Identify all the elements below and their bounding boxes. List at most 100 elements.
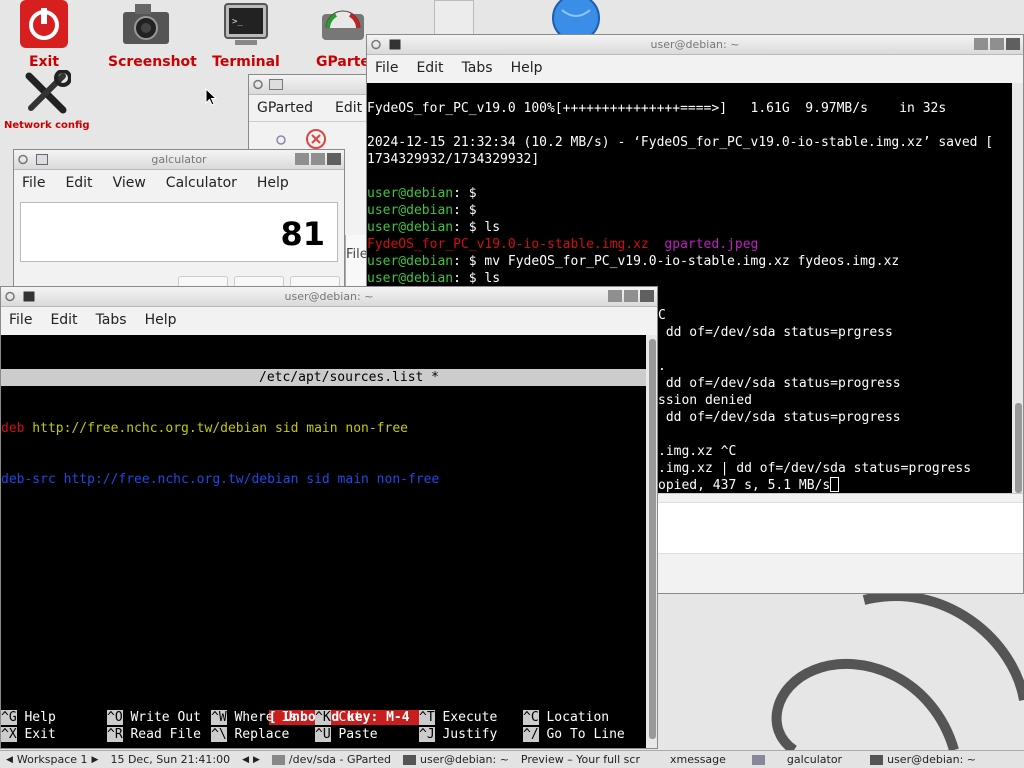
terminal-line: ssion denied [658,393,752,408]
terminal-scrollbar[interactable] [646,335,657,748]
nano-shortcut[interactable]: ^U Paste [315,726,378,743]
menu-help[interactable]: Help [145,312,177,328]
nano-shortcut[interactable]: ^K Cut [315,709,362,726]
desktop-icon-screenshot[interactable]: Screenshot [108,0,197,70]
close-button[interactable] [327,153,341,165]
delete-icon[interactable] [305,128,327,150]
minimize-button[interactable] [608,290,622,302]
task-galculator[interactable]: galculator [732,753,848,766]
terminal-line: . [658,359,666,374]
desktop-icon-gparted[interactable]: GParted [316,0,380,70]
disk-gauge-icon [322,10,364,40]
window-title: user@debian: ~ [650,38,740,51]
power-icon [20,0,68,48]
window-title: user@debian: ~ [284,290,374,303]
task-gparted[interactable]: /dev/sda - GParted [266,753,397,766]
terminal-line: opied, 437 s, 5.1 MB/s [658,477,1012,493]
terminal-task-icon [870,754,884,765]
menu-help[interactable]: Help [511,60,543,76]
gparted-titlebar[interactable] [249,75,372,95]
nano-shortcut[interactable]: ^X Exit [1,726,56,743]
menu-tabs[interactable]: Tabs [462,60,493,76]
nano-filename: /etc/apt/sources.list * [259,370,440,385]
menu-tabs[interactable]: Tabs [96,312,127,328]
maximize-button[interactable] [311,153,325,165]
nano-shortcut[interactable]: ^/ Go To Line [523,726,625,743]
minimize-button[interactable] [295,153,309,165]
desktop-icon-partial[interactable] [434,0,474,36]
galculator-menubar: File Edit View Calculator Help [14,170,344,196]
task-terminal-2[interactable]: user@debian: ~ [848,753,982,766]
minimize-button[interactable] [974,38,988,50]
nano-shortcut[interactable]: ^G Help [1,709,56,726]
workspace-switcher[interactable]: ◀ Workspace 1 ▶ [0,753,104,766]
maximize-button[interactable] [990,38,1004,50]
close-button[interactable] [1006,38,1020,50]
window-controls [608,290,654,302]
terminal-scrollbar[interactable] [1012,83,1023,493]
maximize-button[interactable] [624,290,638,302]
nano-shortcut[interactable]: ^R Read File [107,726,201,743]
nano-shortcut[interactable]: ^\ Replace [211,726,289,743]
gparted-window-icon [269,79,283,90]
menu-edit[interactable]: Edit [335,100,362,116]
nano-terminal-window[interactable]: user@debian: ~ File Edit Tabs Help GNU n… [0,286,658,749]
nano-editor[interactable]: GNU nano 7.2 /etc/apt/sources.list * deb… [1,335,646,748]
task-nav[interactable]: ◀ ▶ [236,755,266,765]
workspace-prev-icon[interactable]: ◀ [6,755,13,765]
menu-file[interactable]: File [375,60,398,76]
taskbar: ◀ Workspace 1 ▶ 15 Dec, Sun 21:41:00 ◀ ▶… [0,750,1024,768]
terminal-line: user@debian: $ ls [367,220,501,235]
task-terminal[interactable]: user@debian: ~ [397,753,515,766]
galculator-titlebar[interactable]: galculator [14,150,344,170]
nano-shortcut[interactable]: ^T Execute [419,709,497,726]
gparted-side-label: File [346,247,368,262]
workspace-next-icon[interactable]: ▶ [92,755,99,765]
nano-shortcut[interactable]: ^C Location [523,709,609,726]
terminal-icon: >_ [224,3,268,45]
menu-edit[interactable]: Edit [65,175,92,191]
desktop-icon-terminal[interactable]: >_ Terminal [212,0,280,70]
terminal-output-visible: C dd of=/dev/sda status=prgress. dd of=/… [658,305,1012,493]
nano-shortcut[interactable]: ^O Write Out [107,709,201,726]
window-controls [974,38,1020,50]
menu-file[interactable]: File [22,175,45,191]
task-preview[interactable]: Preview – Your full scr [515,753,646,766]
desktop-icon-network-config[interactable]: Network config [4,70,90,131]
close-button[interactable] [640,290,654,302]
terminal-titlebar[interactable]: user@debian: ~ [367,35,1023,55]
cursor [830,477,840,492]
clock[interactable]: 15 Dec, Sun 21:41:00 [104,753,236,766]
scrollbar-thumb[interactable] [649,339,656,739]
scrollbar-thumb[interactable] [1015,403,1022,493]
menu-gparted[interactable]: GParted [257,100,313,116]
task-prev-icon[interactable]: ◀ [242,755,249,765]
desktop-icon-label: Exit [28,54,60,70]
globe-icon[interactable] [552,0,602,36]
menu-help[interactable]: Help [257,175,289,191]
terminal-line: C [658,308,666,323]
nano-shortcut[interactable]: ^J Justify [419,726,497,743]
nano-shortcut[interactable]: ^W Where Is [211,709,297,726]
new-partition-icon[interactable] [271,130,291,150]
terminal-line: FydeOS_for_PC_v19.0 100%[+++++++++++++++… [367,101,947,116]
svg-text:>_: >_ [232,17,243,27]
menu-edit[interactable]: Edit [50,312,77,328]
menu-calculator[interactable]: Calculator [166,175,237,191]
terminal-line: user@debian: $ [367,186,477,201]
terminal-line: .img.xz ^C [658,444,737,459]
wrench-screwdriver-icon [25,70,71,114]
menu-file[interactable]: File [9,312,32,328]
desktop-icon-label: Terminal [212,54,280,70]
desktop-icon-exit[interactable]: Exit [14,0,74,70]
terminal-menubar: File Edit Tabs Help [367,55,1023,81]
task-next-icon[interactable]: ▶ [253,755,260,765]
task-xmessage[interactable]: xmessage [646,753,732,766]
gparted-task-icon [271,754,285,765]
galculator-window[interactable]: galculator File Edit View Calculator Hel… [13,149,345,289]
menu-edit[interactable]: Edit [416,60,443,76]
terminal-line: 2024-12-15 21:32:34 (10.2 MB/s) - ‘FydeO… [367,135,994,150]
menu-view[interactable]: View [113,175,146,191]
terminal-titlebar[interactable]: user@debian: ~ [1,287,657,307]
nano-line: deb-src http://free.nchc.org.tw/debian s… [1,472,440,487]
